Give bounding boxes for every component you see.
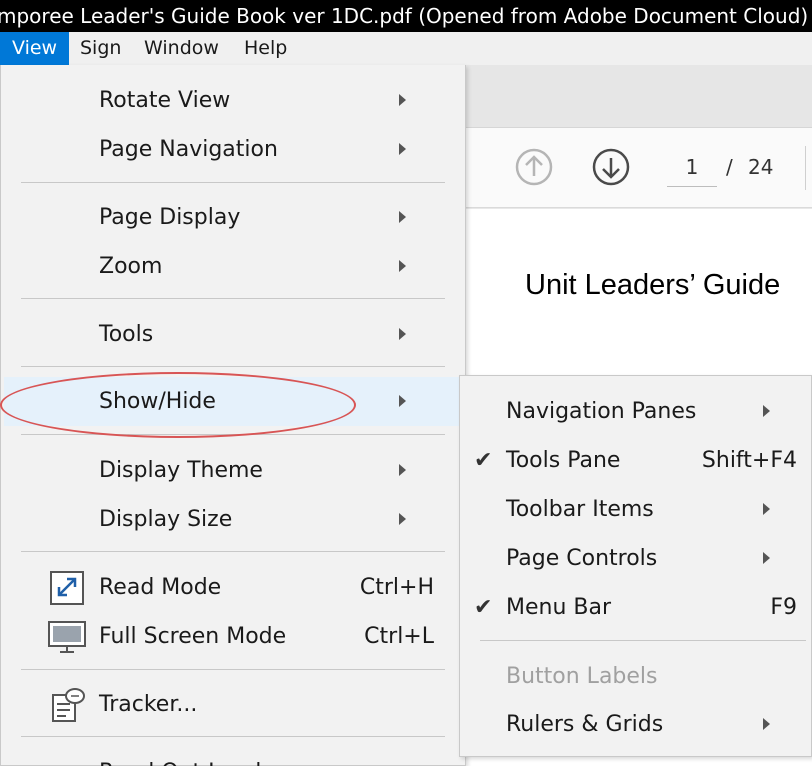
submenu-item-rulers-grids[interactable]: Rulers & Grids xyxy=(461,700,811,749)
submenu-arrow-icon xyxy=(763,718,770,730)
submenu-item-label: Rulers & Grids xyxy=(506,712,664,737)
submenu-item-button-labels: Button Labels xyxy=(461,652,811,701)
submenu-item-label: Button Labels xyxy=(506,664,658,689)
submenu-item-label: Toolbar Items xyxy=(506,497,654,522)
menu-item-page-display[interactable]: Page Display xyxy=(4,193,462,242)
submenu-arrow-icon xyxy=(763,503,770,515)
submenu-arrow-icon xyxy=(399,94,406,106)
menu-item-tools[interactable]: Tools xyxy=(4,310,462,359)
view-menu: Rotate View Page Navigation Page Display… xyxy=(0,65,466,766)
menu-item-label: Rotate View xyxy=(99,88,231,113)
full-screen-icon xyxy=(48,619,86,655)
menu-separator xyxy=(21,366,445,367)
menu-item-label: Tools xyxy=(99,322,154,347)
menu-window[interactable]: Window xyxy=(132,32,231,65)
submenu-item-label: Menu Bar xyxy=(506,595,612,620)
submenu-arrow-icon xyxy=(399,260,406,272)
menu-help[interactable]: Help xyxy=(232,32,299,65)
menu-separator xyxy=(21,434,445,435)
submenu-arrow-icon xyxy=(399,513,406,525)
menu-item-label: Show/Hide xyxy=(99,389,216,414)
menu-item-label: Page Display xyxy=(99,205,241,230)
submenu-arrow-icon xyxy=(399,143,406,155)
submenu-item-label: Page Controls xyxy=(506,546,658,571)
submenu-item-navigation-panes[interactable]: Navigation Panes xyxy=(461,387,811,436)
menu-bar: View Sign Window Help xyxy=(0,32,812,65)
submenu-item-menu-bar[interactable]: ✔ Menu Bar F9 xyxy=(461,583,811,632)
arrow-up-circle-icon xyxy=(515,148,553,186)
menu-item-tracker[interactable]: Tracker... xyxy=(4,680,462,729)
menu-view[interactable]: View xyxy=(0,32,70,65)
submenu-arrow-icon xyxy=(399,395,406,407)
menu-separator xyxy=(21,669,445,670)
page-separator: / xyxy=(726,155,733,179)
menu-item-read-mode[interactable]: Read Mode Ctrl+H xyxy=(4,563,462,612)
window-title: mporee Leader's Guide Book ver 1DC.pdf (… xyxy=(0,4,812,28)
submenu-item-label: Tools Pane xyxy=(506,448,621,473)
menu-item-shortcut: Ctrl+H xyxy=(359,575,434,600)
menu-item-label: Display Size xyxy=(99,507,233,532)
menu-separator xyxy=(21,736,445,737)
menu-separator xyxy=(21,551,445,552)
tab-strip xyxy=(463,65,812,128)
menu-item-label: Page Navigation xyxy=(99,137,278,162)
show-hide-submenu: Navigation Panes ✔ Tools Pane Shift+F4 T… xyxy=(459,375,812,757)
submenu-arrow-icon xyxy=(763,552,770,564)
menu-item-shortcut: Ctrl+L xyxy=(364,624,434,649)
checkmark-icon: ✔ xyxy=(474,448,493,473)
submenu-item-page-controls[interactable]: Page Controls xyxy=(461,534,811,583)
menu-item-label: Full Screen Mode xyxy=(99,624,287,649)
tracker-icon xyxy=(48,687,86,723)
menu-item-full-screen-mode[interactable]: Full Screen Mode Ctrl+L xyxy=(4,612,462,661)
arrow-down-circle-icon xyxy=(592,148,630,186)
menu-sign[interactable]: Sign xyxy=(68,32,133,65)
menu-item-display-theme[interactable]: Display Theme xyxy=(4,446,462,495)
submenu-arrow-icon xyxy=(399,464,406,476)
page-toolbar: 1 / 24 xyxy=(463,128,812,208)
read-mode-icon xyxy=(48,570,86,606)
menu-item-rotate-view[interactable]: Rotate View xyxy=(4,76,462,125)
menu-item-label: Tracker... xyxy=(99,692,198,717)
previous-page-button[interactable] xyxy=(514,147,554,187)
menu-item-label: Display Theme xyxy=(99,458,263,483)
submenu-item-toolbar-items[interactable]: Toolbar Items xyxy=(461,485,811,534)
submenu-item-label: Navigation Panes xyxy=(506,399,697,424)
menu-separator xyxy=(480,640,806,641)
menu-item-label: Read Mode xyxy=(99,575,222,600)
toolbar-divider xyxy=(805,146,806,190)
menu-item-display-size[interactable]: Display Size xyxy=(4,495,462,544)
submenu-arrow-icon xyxy=(763,405,770,417)
submenu-arrow-icon xyxy=(399,328,406,340)
submenu-item-shortcut: F9 xyxy=(770,595,797,620)
page-total: 24 xyxy=(748,155,774,179)
menu-item-label: Read Out Loud xyxy=(99,748,261,766)
page-number-input[interactable]: 1 xyxy=(667,147,717,187)
checkmark-icon: ✔ xyxy=(474,595,493,620)
submenu-item-shortcut: Shift+F4 xyxy=(701,448,797,473)
window-title-bar: mporee Leader's Guide Book ver 1DC.pdf (… xyxy=(0,0,812,32)
document-heading: Unit Leaders’ Guide xyxy=(525,269,781,301)
menu-item-page-navigation[interactable]: Page Navigation xyxy=(4,125,462,174)
menu-item-show-hide[interactable]: Show/Hide xyxy=(4,377,462,426)
menu-separator xyxy=(21,182,445,183)
menu-item-read-out-loud[interactable]: Read Out Loud xyxy=(4,748,462,766)
next-page-button[interactable] xyxy=(591,147,631,187)
menu-item-zoom[interactable]: Zoom xyxy=(4,242,462,291)
submenu-arrow-icon xyxy=(399,211,406,223)
menu-item-label: Zoom xyxy=(99,254,163,279)
submenu-item-tools-pane[interactable]: ✔ Tools Pane Shift+F4 xyxy=(461,436,811,485)
menu-separator xyxy=(21,298,445,299)
